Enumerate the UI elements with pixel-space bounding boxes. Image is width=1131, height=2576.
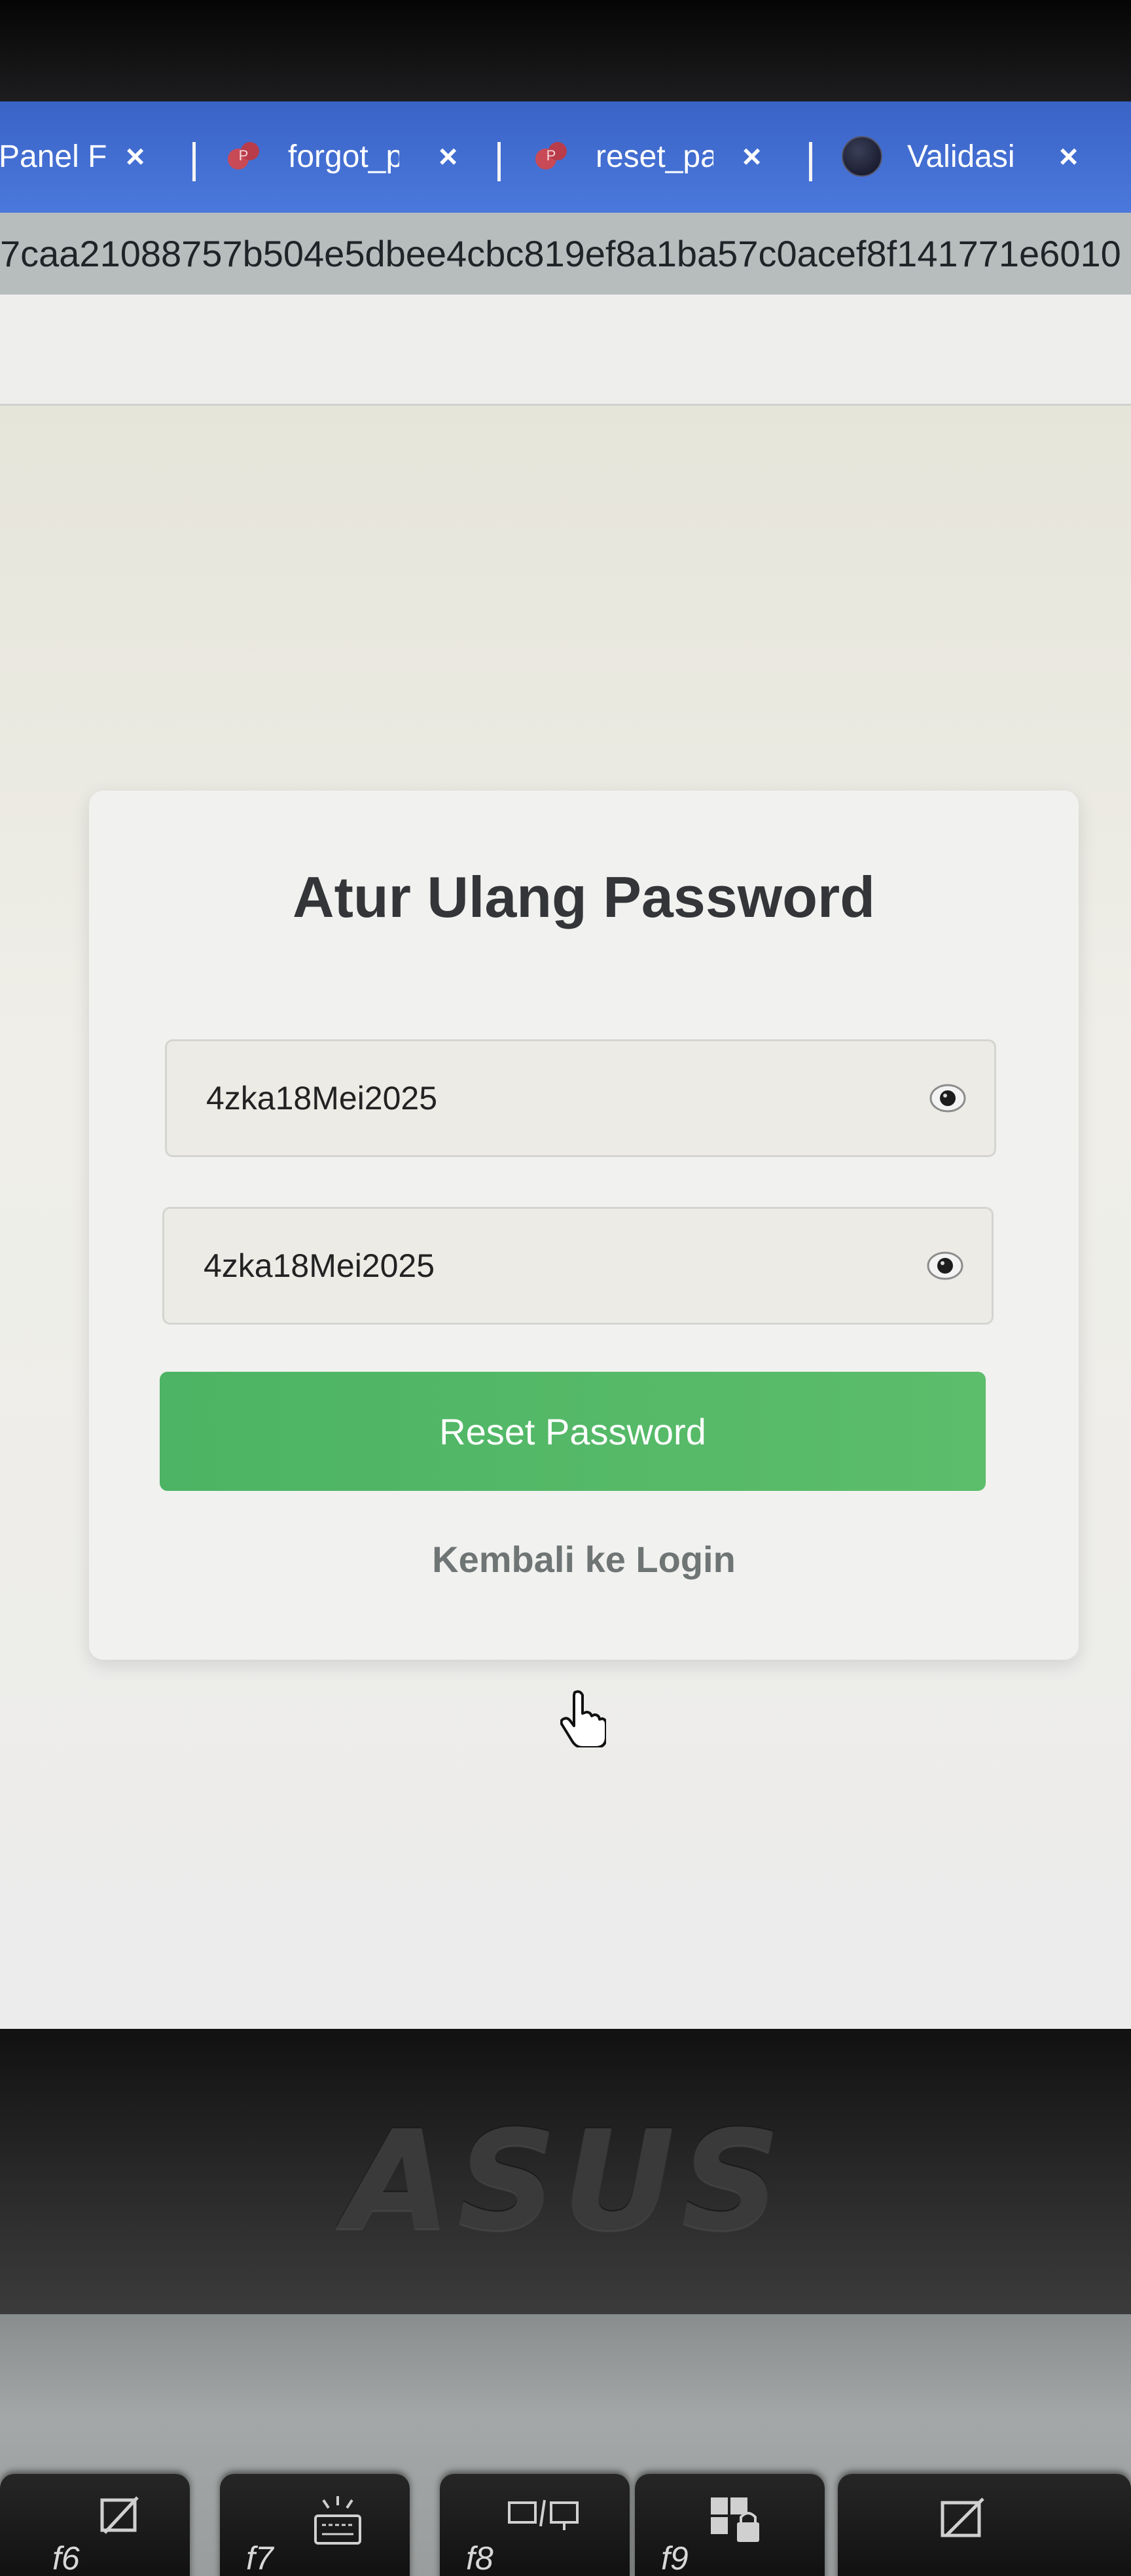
browser-tab-bar: Panel F × P forgot_p × P reset_pa × Vali… — [0, 101, 1131, 213]
monitor-top-bezel — [0, 0, 1131, 101]
app-favicon-icon: P — [535, 142, 567, 170]
key-label: f6 — [52, 2540, 80, 2576]
key-f9[interactable]: f9 — [635, 2474, 825, 2576]
back-to-login-link[interactable]: Kembali ke Login — [89, 1538, 1079, 1581]
touchpad-toggle-icon — [100, 2496, 139, 2534]
tab-validasi[interactable]: Validasi × — [835, 120, 1117, 193]
reset-password-button-label: Reset Password — [439, 1410, 706, 1452]
tab-separator — [497, 142, 501, 181]
key-f7[interactable]: f7 — [220, 2474, 410, 2576]
url-text: 7caa21088757b504e5dbee4cbc819ef8a1ba57c0… — [0, 233, 1121, 274]
tab-separator — [809, 142, 812, 181]
new-password-field[interactable]: 4zka18Mei2025 — [165, 1039, 996, 1157]
tab-close-icon[interactable]: × — [439, 137, 458, 175]
confirm-password-value: 4zka18Mei2025 — [204, 1247, 435, 1284]
page-body: Atur Ulang Password 4zka18Mei2025 4zka18… — [0, 406, 1131, 2029]
tab-panel[interactable]: Panel F × — [0, 120, 177, 193]
key-label: f9 — [661, 2540, 689, 2576]
tab-close-icon[interactable]: × — [126, 137, 145, 175]
reset-password-button[interactable]: Reset Password — [160, 1372, 986, 1491]
hand-pointer-cursor-icon — [560, 1690, 606, 1747]
svg-text:P: P — [547, 147, 556, 164]
key-label: f7 — [246, 2540, 274, 2576]
show-password-eye-icon[interactable] — [929, 1082, 967, 1115]
tab-separator — [192, 142, 196, 181]
reset-password-card: Atur Ulang Password 4zka18Mei2025 4zka18… — [89, 791, 1079, 1660]
new-password-value: 4zka18Mei2025 — [206, 1080, 438, 1117]
show-password-eye-icon[interactable] — [926, 1249, 964, 1282]
tab-close-icon[interactable]: × — [1059, 137, 1078, 175]
app-favicon-icon: P — [228, 142, 259, 170]
tab-label: forgot_p — [288, 139, 399, 174]
windows-lock-icon — [711, 2497, 759, 2542]
keyboard-backlight-icon — [314, 2496, 361, 2545]
tab-label: Panel F — [0, 139, 107, 174]
key-label: f8 — [466, 2540, 494, 2576]
tab-label: Validasi — [907, 139, 1015, 174]
globe-icon — [842, 136, 882, 177]
screen: Panel F × P forgot_p × P reset_pa × Vali… — [0, 101, 1131, 2029]
key-f6[interactable]: f6 — [0, 2474, 190, 2576]
key-f8[interactable]: f8 — [440, 2474, 630, 2576]
brand-logo: ASUS — [344, 2101, 787, 2261]
tab-forgot[interactable]: P forgot_p × — [216, 120, 497, 193]
tab-reset[interactable]: P reset_pa × — [524, 120, 805, 193]
camera-toggle-icon — [941, 2497, 984, 2537]
key-f10[interactable] — [838, 2474, 1131, 2576]
svg-text:P: P — [239, 147, 249, 164]
browser-toolbar — [0, 295, 1131, 406]
tab-label: reset_pa — [596, 139, 713, 174]
address-bar[interactable]: 7caa21088757b504e5dbee4cbc819ef8a1ba57c0… — [0, 213, 1131, 295]
tab-close-icon[interactable]: × — [742, 137, 761, 175]
display-switch-icon — [508, 2499, 579, 2530]
page-title: Atur Ulang Password — [293, 865, 875, 929]
confirm-password-field[interactable]: 4zka18Mei2025 — [162, 1207, 994, 1325]
